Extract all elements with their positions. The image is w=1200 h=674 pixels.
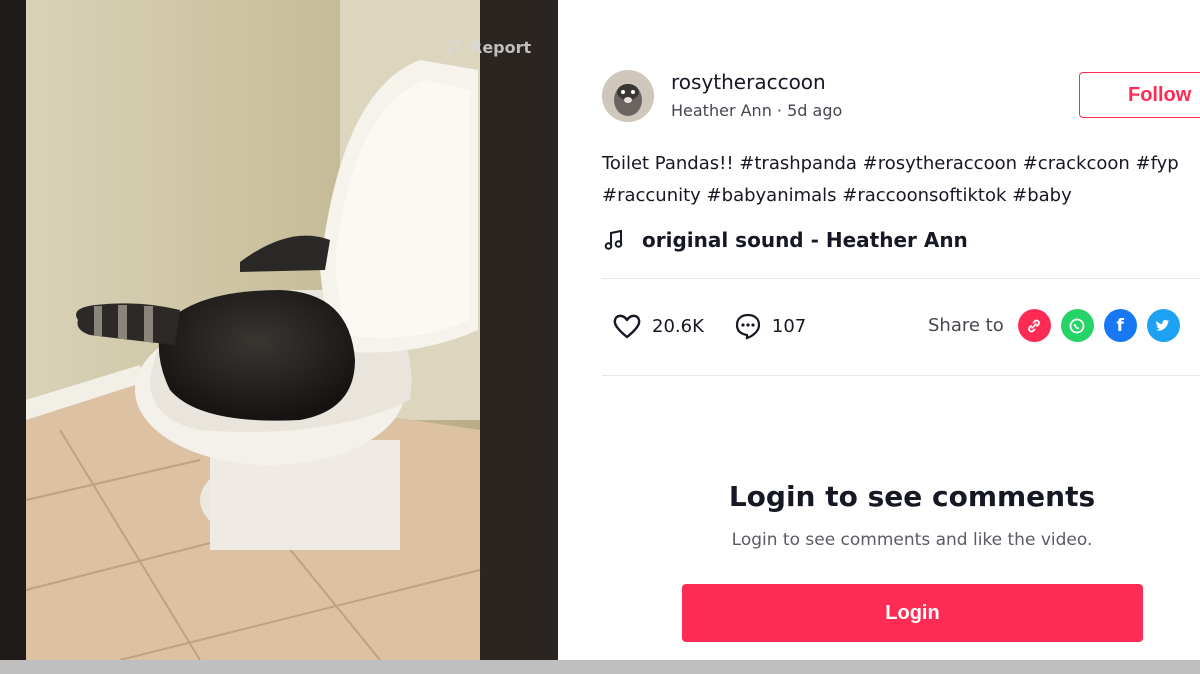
caption-line: #raccunity #babyanimals #raccoonsoftikto… [602,185,1072,206]
video-caption: Toilet Pandas!! #trashpanda #rosytheracc… [602,148,1200,212]
login-button[interactable]: Login [682,584,1143,642]
divider [602,278,1200,279]
comment-icon [735,313,760,340]
facebook-icon[interactable]: f [1103,309,1137,342]
horizontal-scrollbar[interactable] [0,660,1200,674]
comment-button[interactable]: 107 [734,312,806,340]
author-display-name: Heather Ann [671,101,772,120]
share-label: Share to [928,315,1004,336]
separator-dot: · [776,101,783,120]
report-label: Report [470,38,532,57]
avatar[interactable] [602,70,654,122]
like-button[interactable]: 20.6K [612,312,704,340]
like-count: 20.6K [652,315,704,337]
music-note-icon [604,229,623,250]
music-title: original sound - Heather Ann [642,228,968,252]
author-subline: Heather Ann · 5d ago [671,101,842,120]
video-player[interactable]: Report [0,0,558,660]
report-button[interactable]: Report [446,38,531,57]
whatsapp-icon[interactable] [1060,309,1094,342]
raccoon-avatar-image [602,70,654,122]
login-comments-title: Login to see comments [728,480,1096,513]
video-frame-image [0,0,558,660]
divider [602,375,1200,376]
comment-count: 107 [771,315,807,337]
caption-line: Toilet Pandas!! #trashpanda #rosytheracc… [602,153,1179,174]
heart-icon [613,314,641,339]
login-comments-subtitle: Login to see comments and like the video… [731,530,1093,550]
post-time: 5d ago [787,101,843,120]
flag-icon [448,40,462,56]
engagement-stats: 20.6K 107 [612,312,836,340]
link-icon[interactable] [1017,309,1051,342]
follow-button[interactable]: Follow [1079,72,1200,118]
music-link[interactable]: original sound - Heather Ann [602,228,968,252]
video-details-panel: rosytheraccoon Heather Ann · 5d ago Foll… [558,0,1200,660]
share-bar: Share to f [928,309,1180,342]
author-username[interactable]: rosytheraccoon [671,70,826,94]
twitter-icon[interactable] [1146,309,1180,342]
